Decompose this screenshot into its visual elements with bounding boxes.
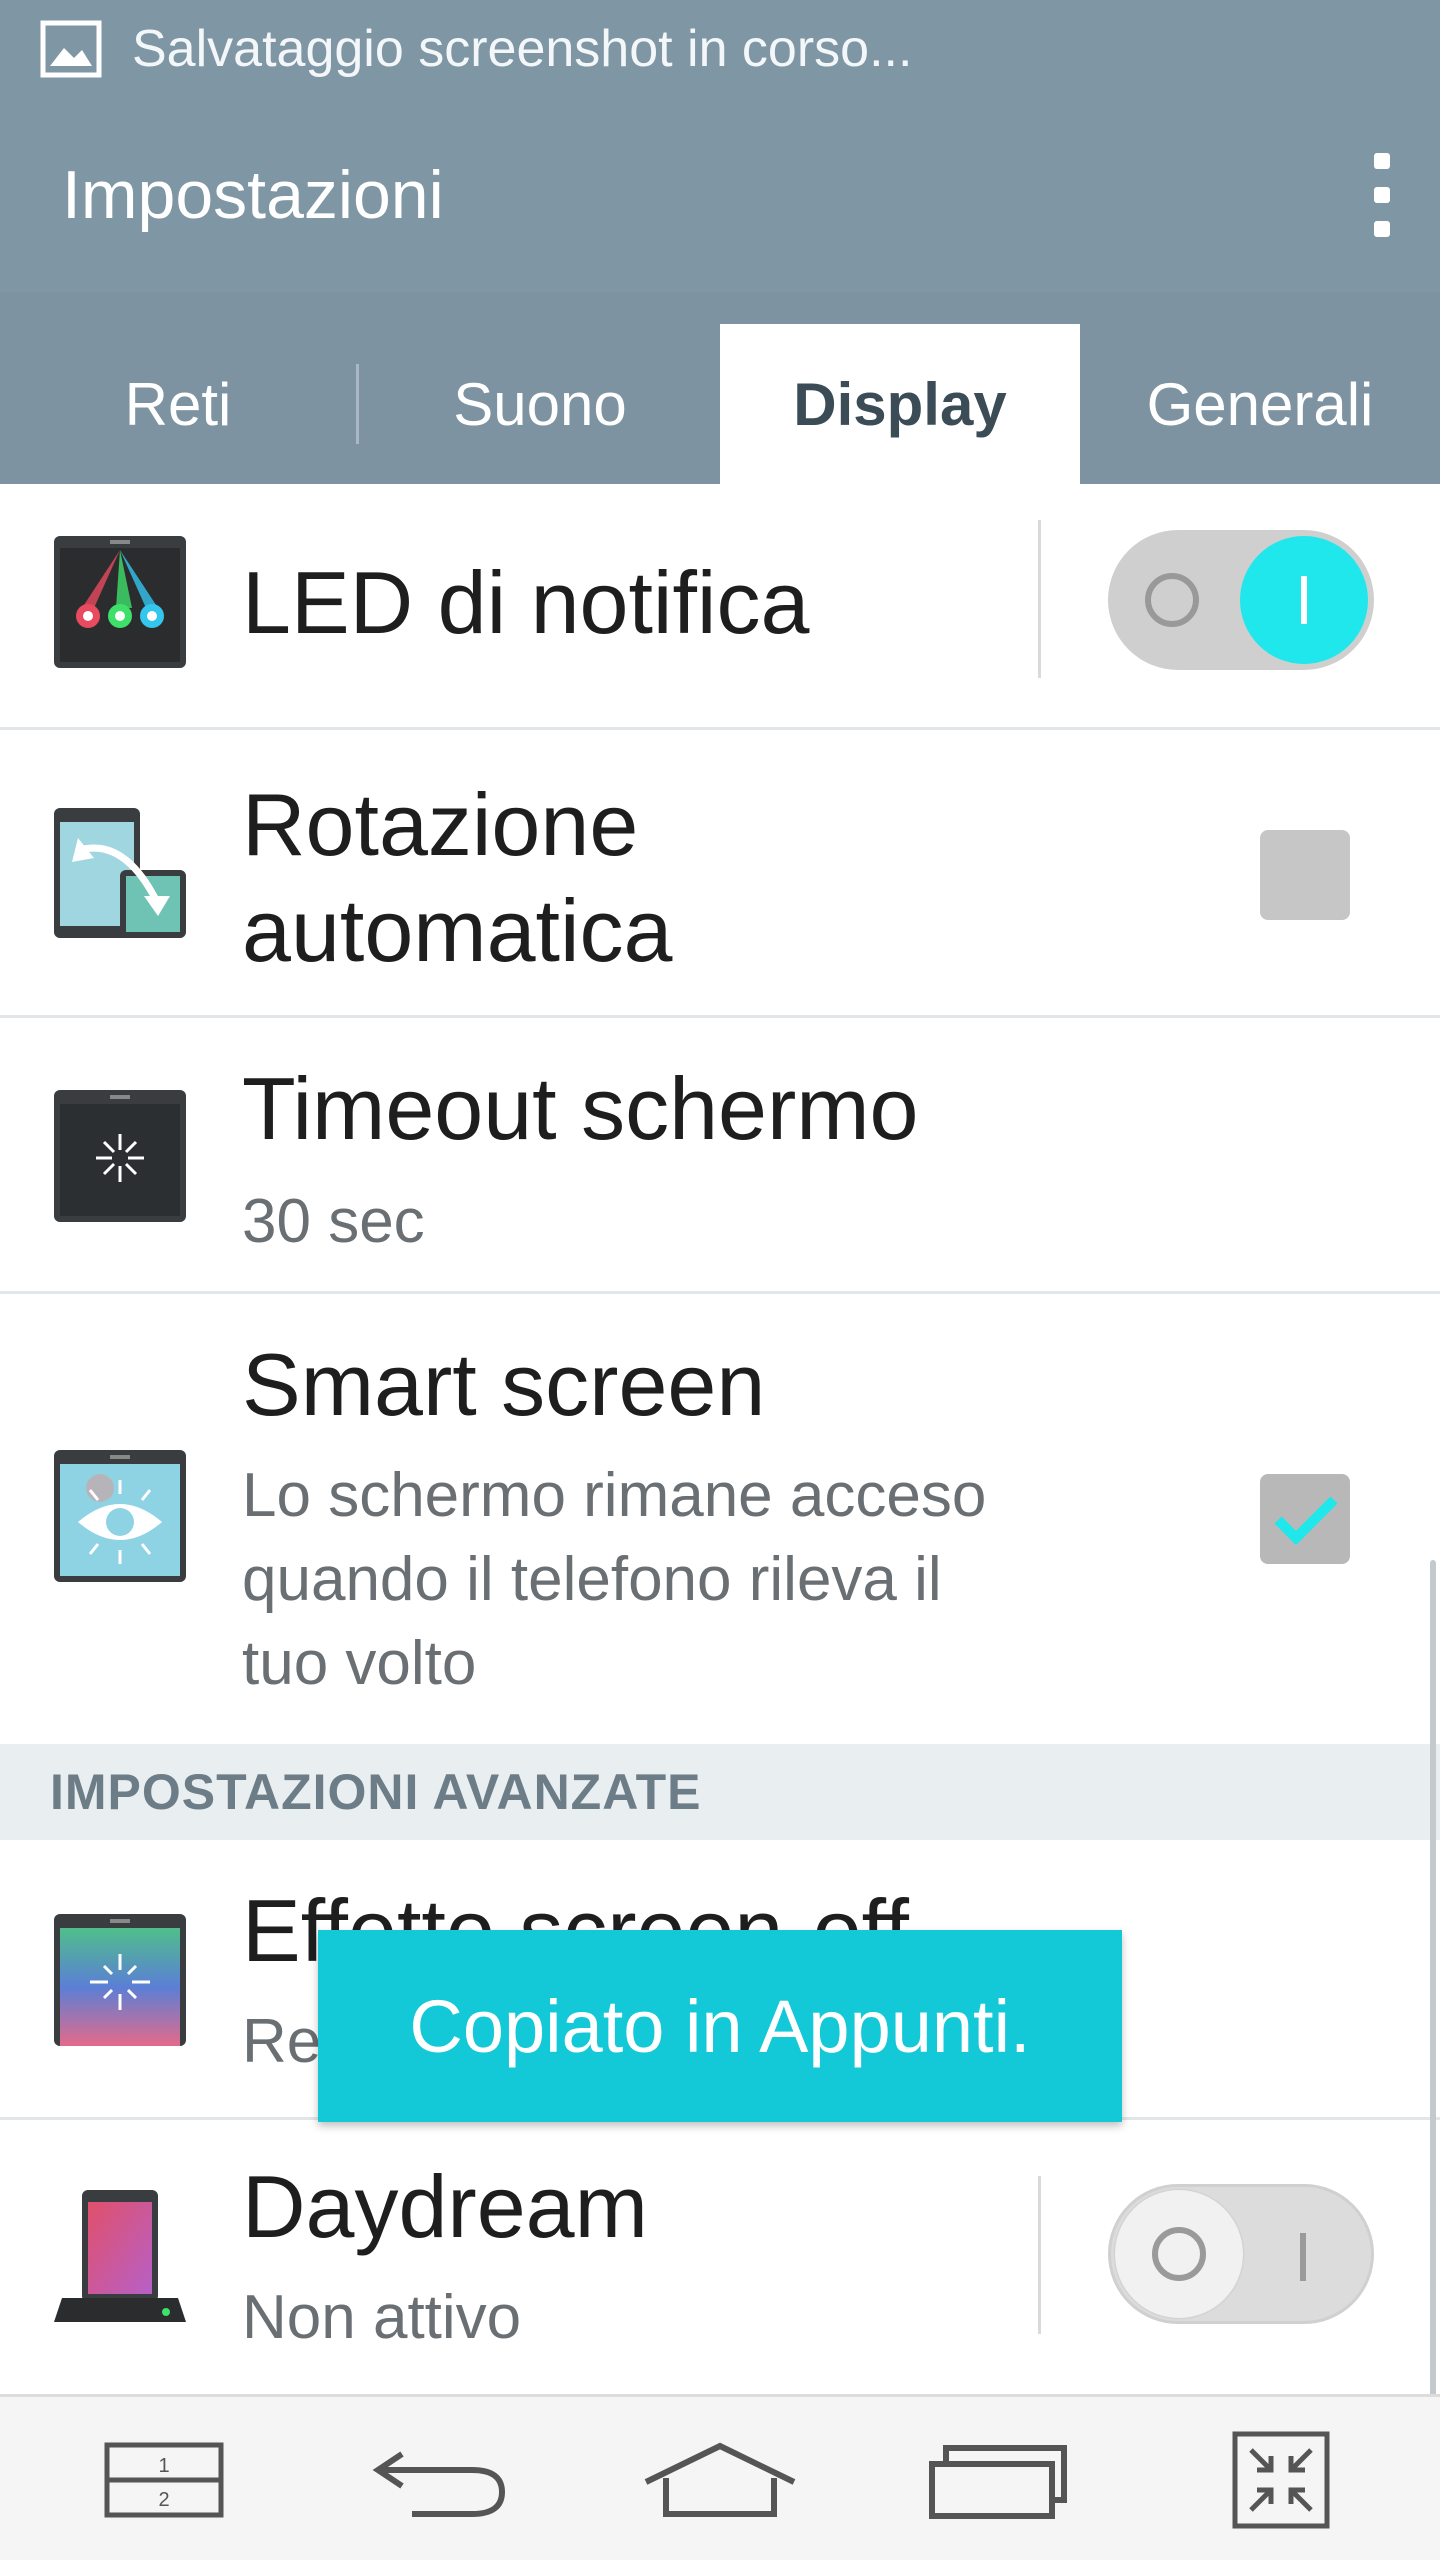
led-toggle-switch[interactable]: [1108, 530, 1374, 670]
tab-divider: [356, 364, 359, 444]
led-notification-icon: [54, 536, 186, 668]
tab-generali[interactable]: Generali: [1080, 324, 1440, 484]
setting-screen-timeout[interactable]: Timeout schermo 30 sec: [0, 1018, 1440, 1294]
tab-reti[interactable]: Reti: [0, 324, 356, 484]
divider: [1038, 2176, 1041, 2334]
home-button[interactable]: [640, 2417, 800, 2543]
setting-title-line1: Rotazione: [242, 775, 639, 874]
home-icon: [644, 2442, 796, 2517]
scrollbar[interactable]: [1430, 1560, 1436, 2400]
switch-off-mark-icon: [1152, 2227, 1206, 2281]
setting-description-line1: Lo schermo rimane acceso: [242, 1461, 987, 1530]
setting-value: 30 sec: [242, 1187, 425, 1256]
back-button[interactable]: [362, 2417, 522, 2543]
switch-off-mark-icon: [1145, 573, 1199, 627]
setting-title: Smart screen: [242, 1335, 766, 1434]
daydream-toggle-switch[interactable]: [1108, 2184, 1374, 2324]
switch-knob: [1115, 2190, 1243, 2318]
page-title: Impostazioni: [62, 157, 444, 233]
screen-off-effect-icon: [54, 1914, 186, 2046]
screenshot-image-icon: [40, 20, 102, 78]
setting-description-line2: quando il telefono rileva il: [242, 1545, 942, 1614]
setting-smart-screen[interactable]: Smart screen Lo schermo rimane acceso qu…: [0, 1294, 1440, 1744]
daydream-dock-icon: [54, 2190, 186, 2322]
auto-rotate-icon: [54, 808, 186, 938]
auto-rotate-checkbox[interactable]: [1260, 830, 1350, 920]
recent-apps-icon: [929, 2445, 1067, 2519]
tab-suono[interactable]: Suono: [360, 324, 720, 484]
setting-title-line2: automatica: [242, 881, 673, 980]
switch-knob: [1240, 536, 1368, 664]
setting-led-notification[interactable]: LED di notifica: [0, 484, 1440, 730]
setting-title: Timeout schermo: [242, 1059, 919, 1158]
setting-title: LED di notifica: [242, 553, 810, 652]
setting-description-line3: tuo volto: [242, 1629, 477, 1698]
status-text: Salvataggio screenshot in corso...: [132, 20, 913, 78]
dual-window-button[interactable]: 1 2: [84, 2417, 244, 2543]
recent-apps-button[interactable]: [918, 2417, 1078, 2543]
smart-screen-checkbox[interactable]: [1260, 1474, 1350, 1564]
setting-value: Non attivo: [242, 2283, 522, 2352]
switch-on-mark-icon: [1301, 576, 1307, 624]
mini-view-button[interactable]: [1196, 2417, 1356, 2543]
tab-display[interactable]: Display: [720, 324, 1080, 484]
dual-window-label-1: 1: [158, 2455, 169, 2477]
setting-auto-rotate[interactable]: Rotazione automatica: [0, 730, 1440, 1018]
screen-timeout-icon: [54, 1090, 186, 1222]
dual-window-icon: 1 2: [104, 2442, 224, 2518]
divider: [1038, 520, 1041, 678]
overflow-menu-icon[interactable]: [1362, 135, 1402, 255]
action-bar: Impostazioni: [0, 98, 1440, 292]
shrink-screen-icon: [1232, 2431, 1330, 2529]
switch-on-mark-icon: [1300, 2233, 1306, 2281]
smart-screen-eye-icon: [54, 1450, 186, 1582]
setting-daydream[interactable]: Daydream Non attivo: [0, 2120, 1440, 2394]
status-bar: Salvataggio screenshot in corso...: [0, 0, 1440, 98]
navigation-bar: 1 2: [0, 2394, 1440, 2560]
tab-bar: Reti Suono Display Generali: [0, 292, 1440, 484]
back-arrow-icon: [372, 2451, 506, 2517]
section-header-advanced: IMPOSTAZIONI AVANZATE: [0, 1744, 1440, 1840]
setting-title: Daydream: [242, 2157, 648, 2256]
toast-message: Copiato in Appunti.: [318, 1930, 1122, 2122]
dual-window-label-2: 2: [158, 2489, 169, 2511]
checkmark-icon: [1274, 1496, 1338, 1546]
